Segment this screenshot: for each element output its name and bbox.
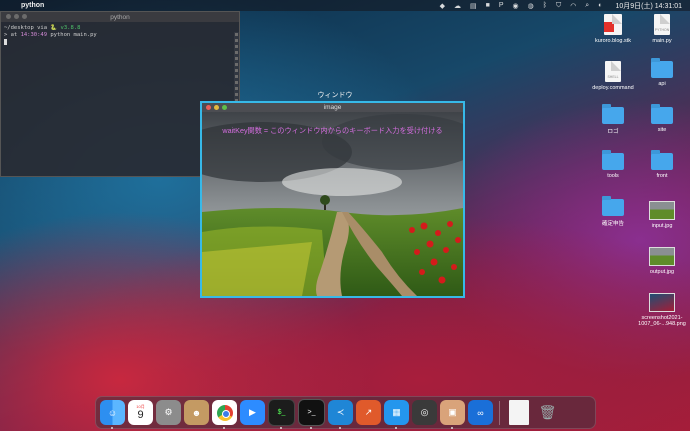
quicktime-icon[interactable]: ◎	[412, 400, 437, 425]
bluetooth-icon[interactable]: ᛒ	[543, 2, 547, 9]
desktop-icon-output-jpg[interactable]: output.jpg	[637, 247, 687, 275]
document-icon: SHELL	[605, 61, 621, 82]
zoom-button[interactable]	[22, 14, 27, 19]
infinity-icon[interactable]: ∞	[468, 400, 493, 425]
iterm-icon[interactable]: $_	[268, 399, 295, 429]
desktop-icon-tools[interactable]: tools	[588, 150, 638, 179]
desktop-icon-input-jpg[interactable]: input.jpg	[637, 201, 687, 229]
storage-icon[interactable]: ■	[486, 2, 490, 9]
desktop-icon-label: deploy.command	[592, 85, 634, 91]
image-thumbnail-icon	[649, 201, 675, 220]
folder-icon	[602, 104, 624, 124]
prompt-path: ~/desktop via	[4, 25, 48, 31]
document-icon	[604, 14, 622, 35]
dock-separator	[499, 400, 500, 425]
folder-icon	[651, 104, 673, 124]
docker-icon[interactable]: ▤	[470, 2, 477, 10]
desktop-icon-front[interactable]: front	[637, 150, 687, 179]
terminal-output[interactable]: ~/desktop via 🐍 v3.8.8 > at 14:30:49 pyt…	[1, 22, 239, 50]
prompt-line: ~/desktop via 🐍 v3.8.8	[4, 25, 236, 32]
contacts-icon[interactable]: ☻	[184, 400, 209, 425]
docker-icon[interactable]: ▦	[384, 400, 409, 429]
desktop-icon-label: site	[657, 127, 667, 133]
terminal-icon[interactable]: >_	[298, 399, 325, 429]
calendar-icon[interactable]: 10月 9	[128, 400, 153, 425]
python-icon: 🐍	[50, 25, 58, 31]
terminal-titlebar[interactable]: python	[1, 12, 239, 22]
gauge-icon[interactable]: ◍	[528, 2, 534, 10]
command-line: > at 14:30:49 python main.py	[4, 32, 236, 39]
toggle-icon[interactable]: ◐	[598, 2, 602, 9]
desktop-icon-label: front	[656, 173, 668, 179]
vscode-icon[interactable]: ≺	[328, 400, 353, 429]
zoom-button[interactable]	[222, 105, 227, 110]
folder-icon	[602, 150, 624, 170]
landscape-image[interactable]: waitKey関数 = このウィンドウ内からのキーボード入力を受け付ける	[202, 112, 463, 296]
app-menu-name[interactable]: python	[21, 2, 44, 9]
desktop-icon-label: main.py	[652, 38, 672, 44]
desktop-icon-label: tools	[607, 173, 619, 179]
text-cursor	[4, 39, 7, 45]
prompt-time: 14:30:49	[20, 32, 48, 38]
python-version: v3.8.8	[60, 25, 81, 31]
p-icon[interactable]: P	[499, 2, 504, 9]
red-badge-icon	[604, 22, 614, 32]
folder-icon	[651, 58, 673, 78]
desktop-icon-label: screenshot2021-1007_06-...948.png	[638, 315, 686, 327]
folder-icon	[651, 150, 673, 170]
shield-icon[interactable]: ⛉	[556, 2, 561, 10]
desktop-icon-main-py[interactable]: PYTHON main.py	[637, 14, 687, 44]
status-area: ◆ ☁ ▤ ■ P ◉ ◍ ᛒ ⛉ ◠ ⌕ ◐ 10月9日(土) 14:31:0…	[440, 1, 690, 11]
minimize-button[interactable]	[14, 14, 19, 19]
chrome-icon[interactable]	[212, 400, 237, 429]
overlay-caption: waitKey関数 = このウィンドウ内からのキーボード入力を受け付ける	[222, 126, 443, 135]
desktop-icon-deploy-command[interactable]: SHELL deploy.command	[588, 61, 638, 91]
preview-icon[interactable]: ▣	[440, 400, 465, 429]
desktop-icon-kuroro-blog[interactable]: kuroro.blog.stk	[588, 14, 638, 44]
search-icon[interactable]: ⌕	[585, 2, 589, 10]
image-window[interactable]: image waitKey関数 = このウィンドウ内からのキーボード入力を受け付…	[200, 101, 465, 298]
desktop-icon-site[interactable]: site	[637, 104, 687, 133]
close-button[interactable]	[6, 14, 11, 19]
document-icon[interactable]	[509, 400, 529, 425]
terminal-title: python	[110, 13, 130, 21]
image-thumbnail-icon	[649, 293, 675, 312]
calendar-day: 9	[137, 409, 144, 421]
image-window-title: image	[323, 104, 342, 111]
desktop-icon-label: ロゴ	[607, 129, 619, 135]
desktop-icon-label: kuroro.blog.stk	[594, 38, 632, 44]
zoom-icon[interactable]: ▶	[240, 400, 265, 425]
dock: ☺ 10月 9 ⚙ ☻ ▶ $_ >_ ≺ ↗ ▦ ◎ ▣ ∞ 🗑	[95, 396, 596, 429]
desktop-icon-screenshot[interactable]: screenshot2021-1007_06-...948.png	[637, 293, 687, 327]
desktop-icon-api[interactable]: api	[637, 58, 687, 87]
prompt-marker: > at	[4, 32, 18, 38]
desktop-icon-label: input.jpg	[651, 223, 673, 229]
desktop-icon-label: output.jpg	[649, 269, 675, 275]
document-icon: PYTHON	[654, 14, 670, 35]
window-caption: ウィンドウ	[317, 92, 353, 99]
command-text: python main.py	[50, 32, 97, 38]
desktop-icon-tax-return[interactable]: 確定申告	[588, 196, 638, 227]
desktop-icon-logo[interactable]: ロゴ	[588, 104, 638, 135]
colorwheel-icon[interactable]: ◉	[513, 2, 519, 10]
close-button[interactable]	[206, 105, 211, 110]
menu-bar: python ◆ ☁ ▤ ■ P ◉ ◍ ᛒ ⛉ ◠ ⌕ ◐ 10月9日(土) …	[0, 0, 690, 11]
cloud-icon[interactable]: ☁	[454, 2, 461, 10]
finder-icon[interactable]: ☺	[100, 400, 125, 429]
wifi-icon[interactable]: ◠	[570, 2, 576, 10]
desktop-icon-label: 確定申告	[601, 221, 624, 227]
image-thumbnail-icon	[649, 247, 675, 266]
dropbox-icon[interactable]: ◆	[440, 2, 445, 10]
minimize-button[interactable]	[214, 105, 219, 110]
instruments-icon[interactable]: ↗	[356, 400, 381, 425]
system-preferences-icon[interactable]: ⚙	[156, 400, 181, 425]
folder-icon	[602, 196, 624, 216]
image-window-titlebar[interactable]: image	[202, 103, 463, 112]
desktop-icon-label: api	[658, 81, 666, 87]
trash-icon[interactable]: 🗑	[535, 400, 560, 425]
menubar-clock[interactable]: 10月9日(土) 14:31:01	[615, 1, 682, 11]
